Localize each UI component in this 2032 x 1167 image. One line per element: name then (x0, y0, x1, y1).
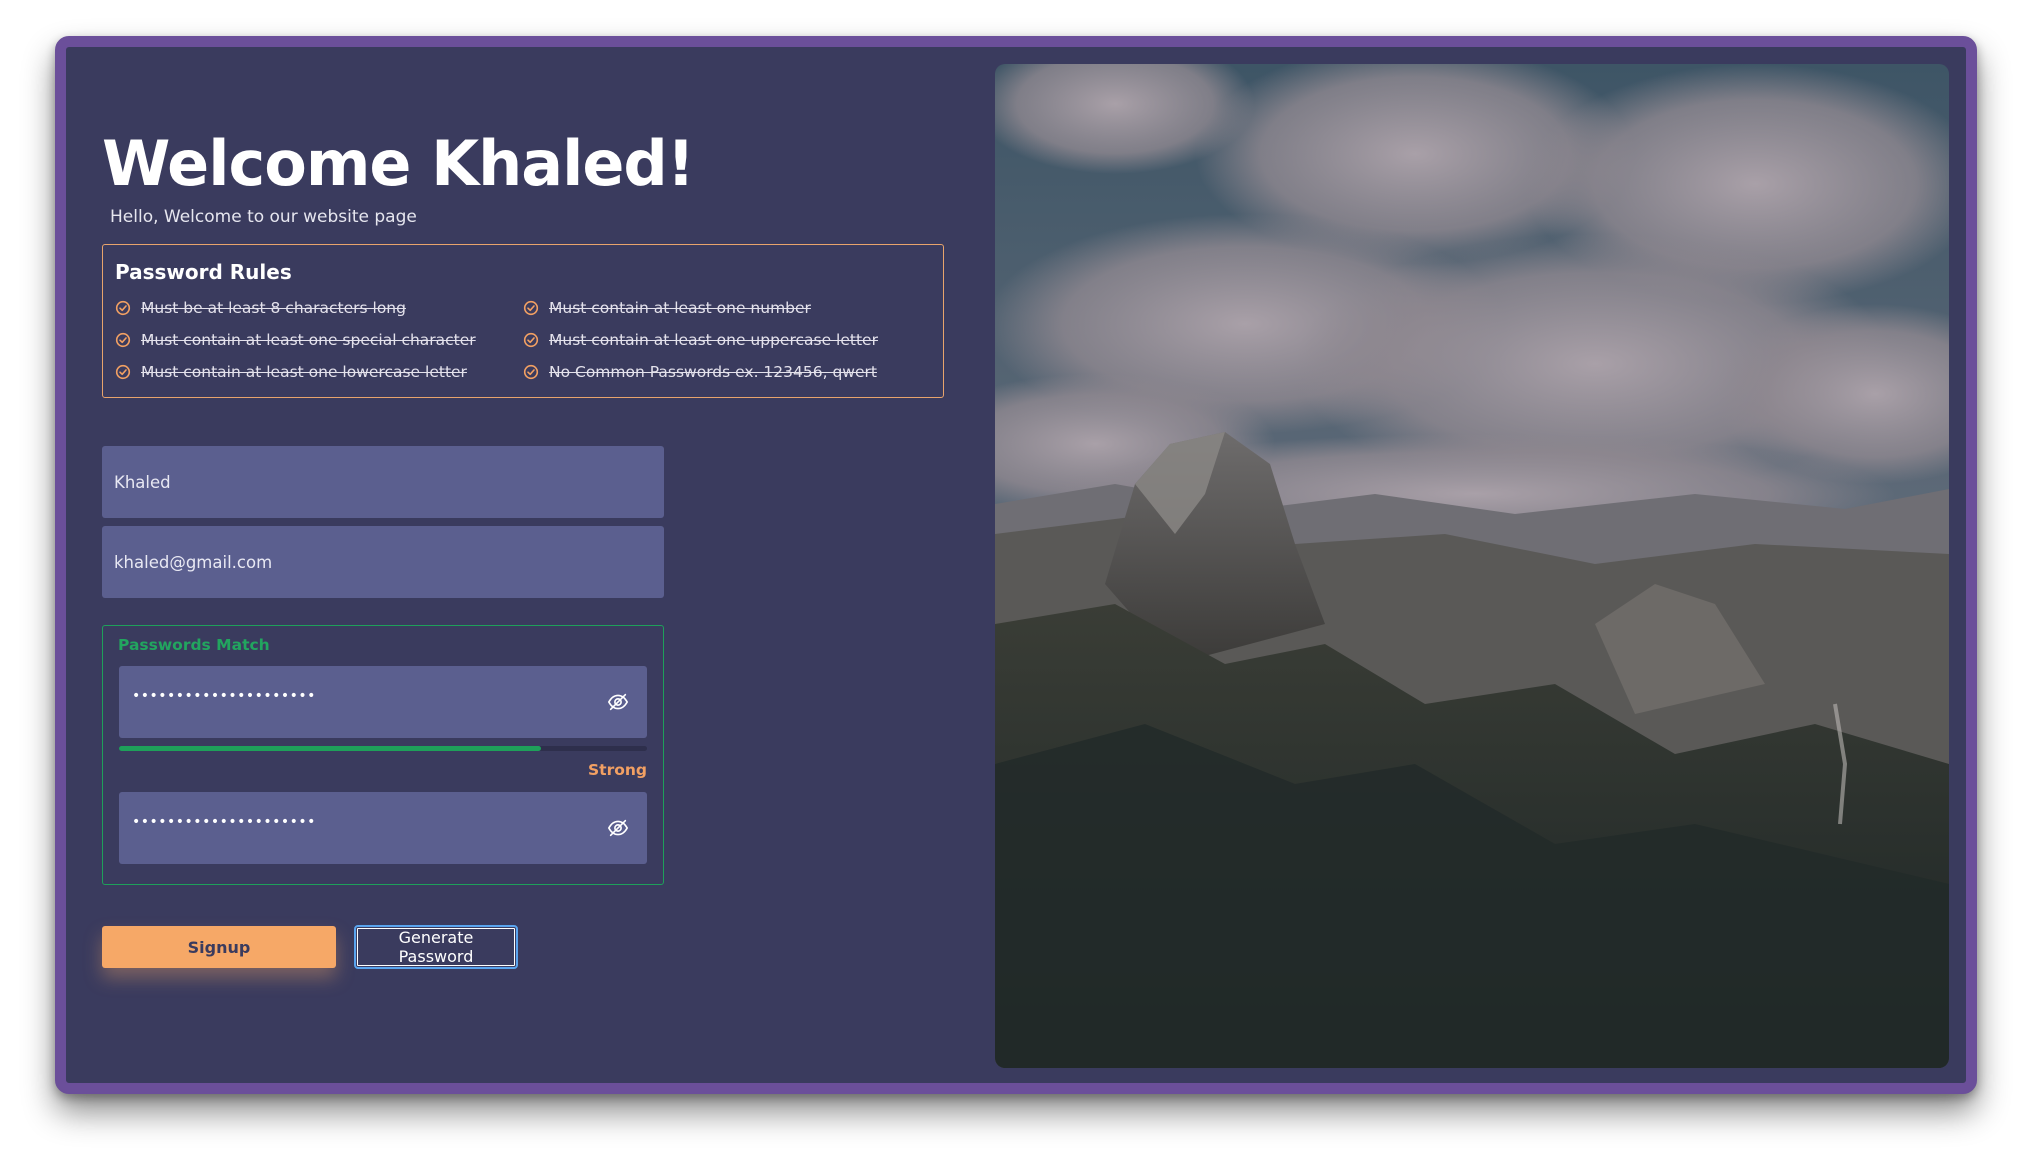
page-subtitle: Hello, Welcome to our website page (110, 207, 417, 227)
check-circle-icon (523, 300, 539, 316)
mountain-landscape-illustration (995, 64, 1949, 1068)
password-group: Passwords Match ••••••••••••••••••••• St… (102, 625, 664, 885)
password-rules-title: Password Rules (115, 260, 292, 284)
rule-text: No Common Passwords ex. 123456, qwert (549, 363, 877, 381)
rule-item: Must contain at least one number (523, 299, 811, 317)
rule-item: Must be at least 8 characters long (115, 299, 406, 317)
name-input[interactable]: Khaled (102, 446, 664, 518)
password-strength-bar (119, 746, 647, 751)
eye-slash-icon[interactable] (607, 817, 629, 839)
password-strength-fill (119, 746, 542, 751)
signup-card: Welcome Khaled! Hello, Welcome to our we… (55, 36, 1977, 1094)
rule-item: Must contain at least one special charac… (115, 331, 476, 349)
rule-item: Must contain at least one lowercase lett… (115, 363, 467, 381)
confirm-password-value: ••••••••••••••••••••• (132, 814, 316, 830)
page-title: Welcome Khaled! (102, 127, 695, 200)
password-match-status: Passwords Match (118, 636, 270, 654)
email-input[interactable]: khaled@gmail.com (102, 526, 664, 598)
rule-text: Must contain at least one lowercase lett… (141, 363, 467, 381)
rule-text: Must be at least 8 characters long (141, 299, 406, 317)
eye-slash-icon[interactable] (607, 691, 629, 713)
rule-item: No Common Passwords ex. 123456, qwert (523, 363, 877, 381)
rule-text: Must contain at least one special charac… (141, 331, 476, 349)
check-circle-icon (115, 300, 131, 316)
rule-item: Must contain at least one uppercase lett… (523, 331, 878, 349)
generate-password-button[interactable]: Generate Password (354, 925, 518, 969)
check-circle-icon (115, 364, 131, 380)
rule-text: Must contain at least one uppercase lett… (549, 331, 878, 349)
password-rules-box: Password Rules Must be at least 8 charac… (102, 244, 944, 398)
form-panel: Welcome Khaled! Hello, Welcome to our we… (102, 47, 962, 1083)
password-value: ••••••••••••••••••••• (132, 688, 316, 704)
check-circle-icon (115, 332, 131, 348)
check-circle-icon (523, 332, 539, 348)
password-input[interactable]: ••••••••••••••••••••• (119, 666, 647, 738)
check-circle-icon (523, 364, 539, 380)
confirm-password-input[interactable]: ••••••••••••••••••••• (119, 792, 647, 864)
hero-mountain-image (995, 64, 1949, 1068)
signup-button[interactable]: Signup (102, 926, 336, 968)
rule-text: Must contain at least one number (549, 299, 811, 317)
password-strength-label: Strong (588, 761, 647, 779)
